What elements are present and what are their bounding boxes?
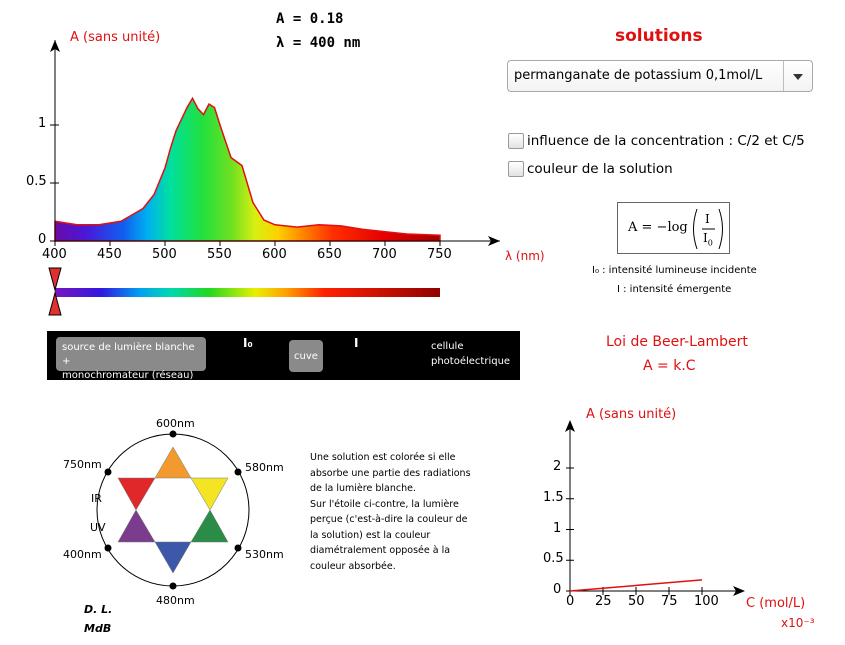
spectrum-x-tick-label: 650 [317,247,342,262]
spectrum-color-strip [55,288,440,297]
cuvette: cuve [289,340,323,372]
triangle-600 [154,446,192,479]
photocell-label: cellule photoélectrique [431,341,511,367]
spectrum-y-label: A (sans unité) [70,30,161,45]
triangle-530 [190,509,229,543]
spectrum-area [54,96,441,242]
spectrum-x-tick-label: 550 [207,247,232,262]
bl-y-label: A (sans unité) [586,407,677,422]
bl-x-tick-label: 75 [661,594,678,609]
triangle-750 [117,477,156,511]
beer-lambert-formula: A = k.C [643,358,696,374]
solution-color-checkbox-label: couleur de la solution [527,161,673,177]
i-label: I [354,336,359,350]
color-explanation: Une solution est colorée si elle absorbe… [310,452,471,572]
spectrum-x-tick-label: 400 [42,247,67,262]
spectrum-y-tick-label: 0.5 [26,174,47,189]
spectrum-x-tick-label: 500 [152,247,177,262]
bl-x-tick-label: 25 [595,594,612,609]
star-label-600: 600nm [156,417,195,430]
star-label-uv: UV [90,521,106,534]
spectrum-x-tick-label: 750 [427,247,452,262]
spectrum-x-tick-label: 700 [372,247,397,262]
light-source-box: source de lumière blanche + monochromate… [56,337,206,381]
star-label-480: 480nm [156,594,195,607]
star-label-580: 580nm [245,461,284,474]
triangle-400 [117,509,156,543]
bl-y-tick-label: 1 [553,520,562,536]
absorbance-readout: A = 0.18 [276,11,344,27]
spectrum-x-tick-label: 600 [262,247,287,262]
bl-y-tick-label: 0.5 [543,551,564,567]
solutions-title: solutions [615,26,703,46]
triangle-480 [154,541,192,574]
chevron-down-icon[interactable] [783,61,812,91]
legend-i: I : intensité émergente [617,284,732,295]
spectrum-x-label: λ (nm) [505,249,545,263]
spectrum-y-tick-label: 0 [38,232,47,247]
bl-y-tick-label: 2 [553,459,562,474]
bl-y-tick-label: 1.5 [543,489,564,505]
star-label-400: 400nm [63,548,102,561]
wavelength-readout: λ = 400 nm [276,35,361,51]
beer-lambert-title: Loi de Beer-Lambert [606,334,748,350]
solution-color-checkbox[interactable] [508,161,524,177]
star-label-530: 530nm [245,548,284,561]
bl-x-label: C (mol/L) [746,596,806,611]
concentration-checkbox[interactable] [508,133,524,149]
spectrum-x-tick-label: 450 [97,247,122,262]
absorbance-formula: A = −log I I0 [617,202,730,254]
legend-i0: I₀ : intensité lumineuse incidente [592,265,757,276]
i0-label: I₀ [243,336,253,350]
solution-select[interactable]: permanganate de potassium 0,1mol/L [507,60,813,92]
color-star [96,430,250,590]
star-label-750: 750nm [63,458,102,471]
spectrum-y-tick-label: 1 [38,116,47,131]
bl-y-tick-label: 0 [553,582,562,597]
bl-x-tick-label: 0 [566,594,575,609]
author-line1: D. L. [84,603,113,616]
concentration-checkbox-label: influence de la concentration : C/2 et C… [527,133,805,149]
bl-x-tick-label: 100 [694,594,719,609]
author-line2: MdB [84,622,112,635]
beer-lambert-chart [565,420,745,596]
spectrum-series [54,96,441,242]
solution-select-value: permanganate de potassium 0,1mol/L [514,68,763,83]
bl-x-tick-label: 50 [628,594,645,609]
triangle-580 [190,477,229,511]
bl-x-multiplier: x10⁻³ [781,616,815,630]
star-label-ir: IR [91,492,102,505]
